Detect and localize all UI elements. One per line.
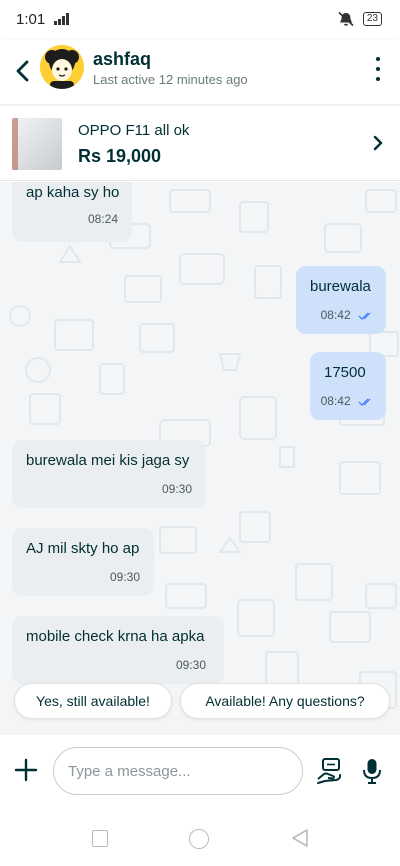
message-bubble-incoming[interactable]: AJ mil skty ho ap 09:30: [12, 528, 154, 596]
message-time-value: 08:42: [320, 308, 351, 322]
signal-icon: [54, 13, 69, 25]
chevron-right-icon[interactable]: [370, 133, 386, 153]
avatar[interactable]: [40, 45, 84, 89]
user-avatar-icon: [40, 45, 84, 89]
message-text: AJ mil skty ho ap: [26, 540, 140, 557]
product-thumbnail: [12, 118, 62, 170]
mute-icon: [338, 11, 354, 27]
message-time: 08:42: [321, 308, 374, 322]
message-time: 09:30: [109, 570, 140, 584]
message-time: 09:30: [175, 658, 206, 672]
message-text: ap kaha sy ho: [26, 184, 120, 201]
read-receipt-icon: [358, 398, 371, 406]
message-bubble-incoming[interactable]: mobile check krna ha apka 09:30: [12, 616, 224, 684]
message-text: burewala mei kis jaga sy: [26, 452, 190, 469]
product-summary[interactable]: OPPO F11 all ok Rs 19,000: [0, 106, 400, 181]
recent-apps-icon[interactable]: [92, 830, 108, 847]
message-composer: [0, 736, 400, 806]
quick-reply-still-available[interactable]: Yes, still available!: [14, 683, 172, 719]
message-bubble-incoming[interactable]: burewala mei kis jaga sy 09:30: [12, 440, 206, 508]
message-text: 17500: [324, 364, 366, 381]
more-options-icon[interactable]: [374, 57, 382, 81]
status-indicators: 23: [337, 11, 382, 27]
last-active-status: Last active 12 minutes ago: [93, 72, 248, 87]
make-offer-icon[interactable]: [316, 757, 342, 785]
user-name[interactable]: ashfaq: [93, 49, 151, 70]
system-navigation-bar: [0, 806, 400, 866]
message-time: 09:30: [161, 482, 192, 496]
message-bubble-incoming[interactable]: ap kaha sy ho 08:24: [12, 182, 132, 242]
product-title: OPPO F11 all ok: [78, 122, 190, 139]
message-bubble-outgoing[interactable]: burewala 08:42: [296, 266, 386, 334]
message-text: mobile check krna ha apka: [26, 628, 205, 645]
home-icon[interactable]: [189, 829, 209, 849]
chat-header: ashfaq Last active 12 minutes ago: [0, 40, 400, 104]
message-text: burewala: [310, 278, 371, 295]
message-time: 08:42: [321, 394, 374, 408]
message-time: 08:24: [87, 212, 118, 226]
microphone-icon[interactable]: [362, 758, 382, 784]
status-time: 1:01: [16, 11, 46, 28]
read-receipt-icon: [358, 312, 371, 320]
message-list[interactable]: ap kaha sy ho 08:24 burewala 08:42 17500…: [0, 182, 400, 735]
message-bubble-outgoing[interactable]: 17500 08:42: [310, 352, 386, 420]
back-arrow-icon[interactable]: [12, 58, 34, 84]
message-time-value: 08:42: [320, 394, 351, 408]
quick-reply-any-questions[interactable]: Available! Any questions?: [180, 683, 390, 719]
add-attachment-icon[interactable]: [14, 758, 38, 782]
battery-icon: 23: [362, 12, 382, 26]
product-price: Rs 19,000: [78, 146, 162, 166]
nav-back-icon[interactable]: [290, 828, 310, 848]
message-input[interactable]: [53, 747, 303, 795]
status-bar: 1:01 23: [0, 0, 400, 40]
